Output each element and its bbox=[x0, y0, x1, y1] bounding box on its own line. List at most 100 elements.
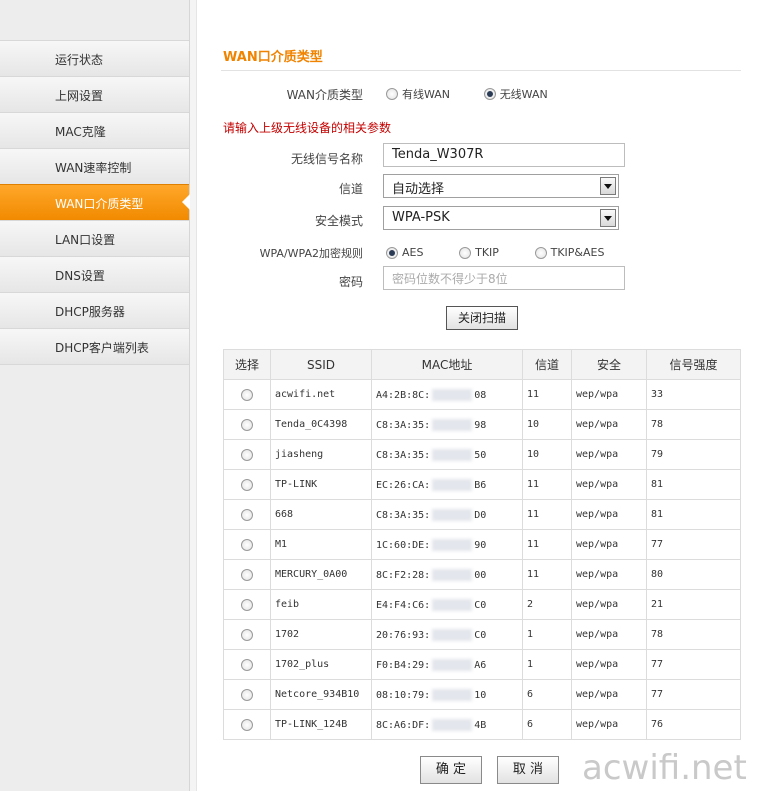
table-row[interactable]: acwifi.net A4:2B:8C: 08 11 wep/wpa 33 bbox=[223, 379, 741, 410]
sidebar-item-dns-settings[interactable]: DNS设置 bbox=[0, 256, 189, 292]
password-label: 密码 bbox=[338, 275, 363, 289]
ssid-input[interactable]: Tenda_W307R bbox=[383, 143, 625, 167]
row-select-radio[interactable] bbox=[241, 568, 253, 581]
sidebar-item-mac-clone[interactable]: MAC克隆 bbox=[0, 112, 189, 148]
row-security: wep/wpa bbox=[571, 409, 647, 440]
row-mac-prefix: EC:26:CA: bbox=[376, 479, 431, 491]
row-select-radio[interactable] bbox=[241, 388, 253, 401]
sidebar-item-dhcp-client-list[interactable]: DHCP客户端列表 bbox=[0, 328, 189, 365]
row-ssid: acwifi.net bbox=[270, 379, 372, 410]
col-header-select: 选择 bbox=[223, 349, 271, 380]
wan-type-label: WAN介质类型 bbox=[286, 88, 363, 102]
row-mac: A4:2B:8C: 08 bbox=[371, 379, 523, 410]
row-ssid: 1702_plus bbox=[270, 649, 372, 680]
row-ssid: feib bbox=[270, 589, 372, 620]
cancel-button[interactable]: 取 消 bbox=[497, 756, 559, 784]
sidebar-item-run-status[interactable]: 运行状态 bbox=[0, 40, 189, 76]
row-security: wep/wpa bbox=[571, 499, 647, 530]
table-row[interactable]: 1702 20:76:93: C0 1 wep/wpa 78 bbox=[223, 619, 741, 650]
row-select-cell bbox=[223, 679, 271, 710]
wan-wireless-radio[interactable] bbox=[483, 88, 496, 100]
row-ssid: TP-LINK_124B bbox=[270, 709, 372, 740]
row-mac: 1C:60:DE: 90 bbox=[371, 529, 523, 560]
row-mac-prefix: C8:3A:35: bbox=[376, 419, 431, 431]
ssid-label: 无线信号名称 bbox=[290, 152, 363, 166]
row-select-radio[interactable] bbox=[241, 628, 253, 641]
row-signal: 76 bbox=[646, 709, 741, 740]
ok-button[interactable]: 确 定 bbox=[420, 756, 482, 784]
encryption-tkip-label: TKIP bbox=[475, 246, 499, 259]
row-channel: 11 bbox=[522, 379, 572, 410]
redacted-block bbox=[432, 508, 473, 521]
encryption-label: WPA/WPA2加密规则 bbox=[259, 247, 363, 260]
sidebar-item-wan-rate-control[interactable]: WAN速率控制 bbox=[0, 148, 189, 184]
row-select-radio[interactable] bbox=[241, 658, 253, 671]
sidebar-item-label: WAN速率控制 bbox=[55, 161, 132, 175]
row-select-radio[interactable] bbox=[241, 418, 253, 431]
wan-wired-label: 有线WAN bbox=[402, 88, 451, 101]
row-signal: 77 bbox=[646, 529, 741, 560]
title-divider bbox=[221, 70, 741, 71]
encryption-tkip-radio[interactable] bbox=[459, 246, 472, 259]
row-select-cell bbox=[223, 619, 271, 650]
row-signal: 77 bbox=[646, 679, 741, 710]
row-select-radio[interactable] bbox=[241, 538, 253, 551]
sidebar-item-wan-media-type[interactable]: WAN口介质类型 bbox=[0, 184, 190, 220]
table-row[interactable]: 668 C8:3A:35: D0 11 wep/wpa 81 bbox=[223, 499, 741, 530]
redacted-block bbox=[432, 598, 473, 611]
row-signal: 21 bbox=[646, 589, 741, 620]
scan-results-table: 选择 SSID MAC地址 信道 安全 信号强度 acwifi.net A4:2B… bbox=[223, 349, 741, 740]
close-scan-button[interactable]: 关闭扫描 bbox=[446, 306, 518, 330]
sidebar-item-dhcp-server[interactable]: DHCP服务器 bbox=[0, 292, 189, 328]
sidebar-item-lan-settings[interactable]: LAN口设置 bbox=[0, 220, 189, 256]
encryption-tkip-aes-radio[interactable] bbox=[534, 246, 547, 259]
table-row[interactable]: Tenda_0C4398 C8:3A:35: 98 10 wep/wpa 78 bbox=[223, 409, 741, 440]
security-label: 安全模式 bbox=[314, 214, 363, 228]
wan-wireless-label: 无线WAN bbox=[499, 88, 548, 101]
sidebar-item-label: DNS设置 bbox=[55, 269, 105, 283]
row-channel: 11 bbox=[522, 499, 572, 530]
row-security: wep/wpa bbox=[571, 709, 647, 740]
security-select[interactable]: WPA-PSK bbox=[383, 206, 619, 230]
table-row[interactable]: feib E4:F4:C6: C0 2 wep/wpa 21 bbox=[223, 589, 741, 620]
wan-wired-radio[interactable] bbox=[386, 88, 398, 100]
table-row[interactable]: Netcore_934B10 08:10:79: 10 6 wep/wpa 77 bbox=[223, 679, 741, 710]
row-select-radio[interactable] bbox=[241, 718, 253, 731]
table-row[interactable]: jiasheng C8:3A:35: 50 10 wep/wpa 79 bbox=[223, 439, 741, 470]
col-header-ssid: SSID bbox=[270, 349, 372, 380]
channel-label: 信道 bbox=[338, 182, 363, 196]
row-channel: 1 bbox=[522, 619, 572, 650]
row-select-radio[interactable] bbox=[241, 478, 253, 491]
scan-results-body: acwifi.net A4:2B:8C: 08 11 wep/wpa 33 Tenda_0C… bbox=[223, 379, 741, 740]
col-header-signal: 信号强度 bbox=[646, 349, 741, 380]
row-channel: 2 bbox=[522, 589, 572, 620]
row-select-radio[interactable] bbox=[241, 598, 253, 611]
page-title: WAN口介质类型 bbox=[223, 50, 323, 65]
row-signal: 81 bbox=[646, 469, 741, 500]
row-select-radio[interactable] bbox=[241, 688, 253, 701]
table-row[interactable]: MERCURY_0A00 8C:F2:28: 00 11 wep/wpa 80 bbox=[223, 559, 741, 590]
row-select-radio[interactable] bbox=[241, 508, 253, 521]
row-mac-prefix: A4:2B:8C: bbox=[376, 389, 431, 401]
row-ssid: 1702 bbox=[270, 619, 372, 650]
sidebar-item-internet-settings[interactable]: 上网设置 bbox=[0, 76, 189, 112]
encryption-aes-radio[interactable] bbox=[386, 246, 398, 259]
sidebar-nav: 运行状态 上网设置 MAC克隆 WAN速率控制 WAN口介质类型 LAN口设置 … bbox=[0, 0, 190, 791]
channel-select[interactable]: 自动选择 bbox=[383, 174, 619, 198]
password-input[interactable]: 密码位数不得少于8位 bbox=[383, 266, 625, 290]
chevron-down-icon[interactable] bbox=[600, 177, 616, 195]
table-row[interactable]: TP-LINK_124B 8C:A6:DF: 4B 6 wep/wpa 76 bbox=[223, 709, 741, 740]
row-mac: F0:B4:29: A6 bbox=[371, 649, 523, 680]
row-mac-suffix: A6 bbox=[474, 659, 487, 671]
chevron-down-icon[interactable] bbox=[600, 209, 616, 227]
row-mac-prefix: C8:3A:35: bbox=[376, 449, 431, 461]
table-header-row: 选择 SSID MAC地址 信道 安全 信号强度 bbox=[223, 349, 741, 380]
row-mac-prefix: 20:76:93: bbox=[376, 629, 431, 641]
row-mac: E4:F4:C6: C0 bbox=[371, 589, 523, 620]
table-row[interactable]: TP-LINK EC:26:CA: B6 11 wep/wpa 81 bbox=[223, 469, 741, 500]
row-select-radio[interactable] bbox=[241, 448, 253, 461]
row-security: wep/wpa bbox=[571, 649, 647, 680]
table-row[interactable]: M1 1C:60:DE: 90 11 wep/wpa 77 bbox=[223, 529, 741, 560]
sidebar-item-label: LAN口设置 bbox=[55, 233, 116, 247]
table-row[interactable]: 1702_plus F0:B4:29: A6 1 wep/wpa 77 bbox=[223, 649, 741, 680]
